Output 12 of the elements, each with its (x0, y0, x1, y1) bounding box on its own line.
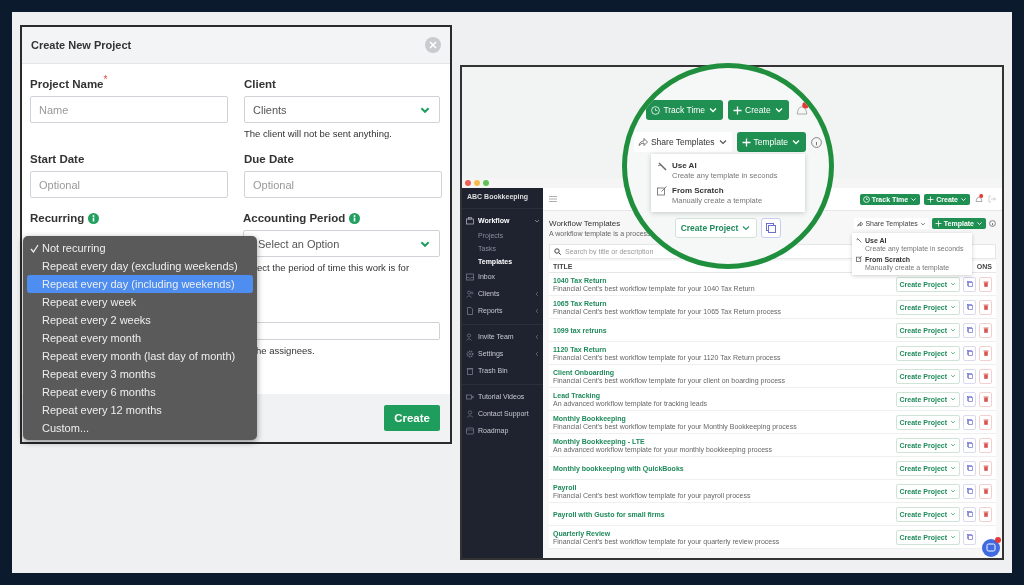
field-label: Start Date (30, 153, 85, 165)
required-mark: * (103, 74, 108, 85)
dialog-title: Create New Project (31, 39, 132, 51)
field-label: Accounting Period (243, 212, 346, 224)
field-label: Recurring (30, 212, 85, 224)
field-label: Client (244, 78, 276, 90)
help-text: he assignees. (255, 345, 316, 356)
help-text: ect the period of time this work is for (256, 262, 411, 273)
page-title: Workflow Templates (549, 219, 622, 228)
help-text: The client will not be sent anything. (244, 128, 393, 139)
field-label: Due Date (244, 153, 294, 165)
field-label: Project Name (30, 78, 104, 90)
